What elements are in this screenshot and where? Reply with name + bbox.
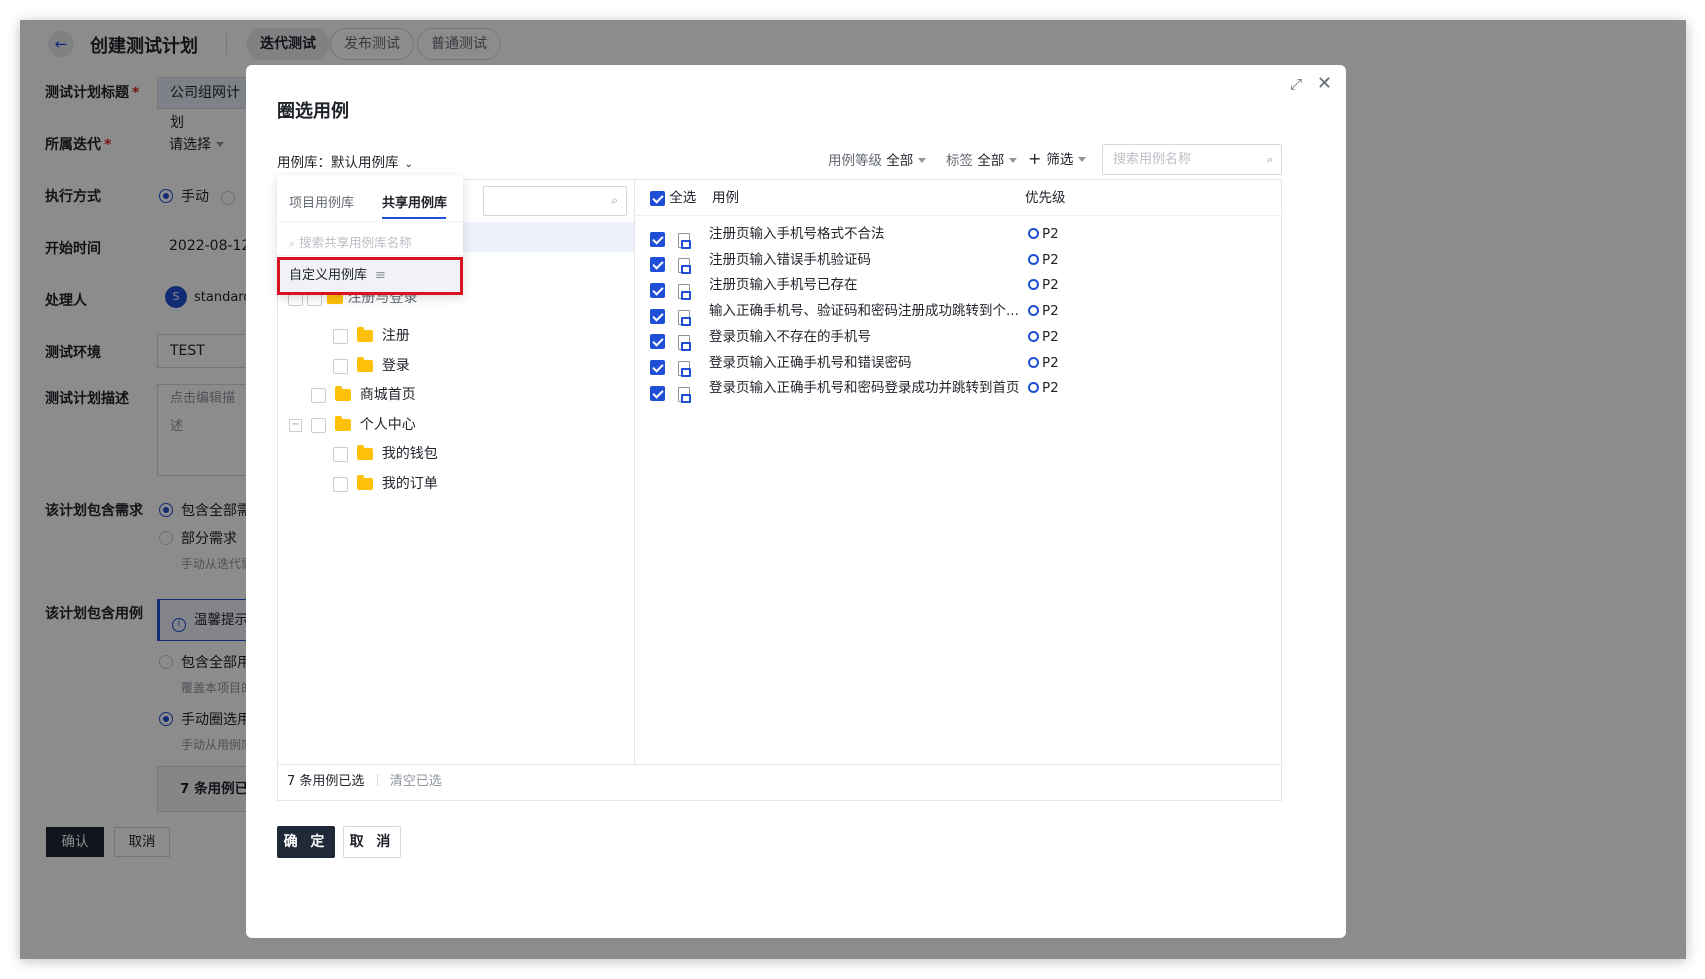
tree-node-orders[interactable]: 我的订单 — [333, 474, 438, 494]
priority-circle-icon — [1028, 253, 1039, 265]
library-label: 用例库： — [277, 155, 331, 171]
list-icon: ≡ — [375, 268, 386, 283]
ok-button[interactable]: 确 定 — [277, 826, 335, 858]
case-name[interactable]: 注册页输入手机号格式不合法 — [709, 221, 885, 247]
table-row[interactable]: 登录页输入正确手机号和错误密码 P2 — [635, 350, 1281, 377]
table-row[interactable]: 登录页输入不存在的手机号 P2 — [635, 324, 1281, 352]
case-priority: P2 — [1028, 221, 1059, 247]
priority-circle-icon — [1028, 330, 1039, 342]
folder-icon — [356, 445, 373, 460]
tree-node-login[interactable]: 登录 — [333, 356, 410, 376]
tree-node-mall-home[interactable]: 商城首页 — [311, 385, 416, 405]
tree-node-wallet[interactable]: 我的钱包 — [333, 444, 438, 464]
case-priority: P2 — [1028, 324, 1059, 350]
tree-node-personal[interactable]: − 个人中心 — [289, 415, 416, 435]
select-cases-modal: ⤢ ✕ 圈选用例 用例库：默认用例库 ⌄ 用例等级 全部 标签 全部 + 筛选 搜索… — [246, 65, 1346, 938]
case-doc-icon — [678, 381, 691, 407]
case-table-header: 全选 用例 优先级 — [635, 180, 1281, 216]
close-icon[interactable]: ✕ — [1317, 73, 1332, 94]
case-name[interactable]: 登录页输入不存在的手机号 — [709, 324, 871, 350]
filter-button[interactable]: + 筛选 — [1028, 148, 1087, 168]
table-row[interactable]: 注册页输入手机号已存在 P2 — [635, 272, 1281, 300]
library-select[interactable]: 用例库：默认用例库 ⌄ — [277, 151, 413, 171]
modal-cancel-button[interactable]: 取 消 — [343, 826, 401, 858]
folder-icon — [356, 327, 373, 342]
case-name[interactable]: 登录页输入正确手机号和密码登录成功并跳转到首页 — [709, 375, 1020, 401]
row-checkbox[interactable] — [650, 380, 665, 406]
priority-circle-icon — [1028, 228, 1039, 239]
case-name[interactable]: 登录页输入正确手机号和错误密码 — [709, 350, 912, 376]
case-table: 全选 用例 优先级 注册页输入手机号格式不合法 P2 注册页输入错误手机验证码 P2 注… — [635, 180, 1281, 764]
panel-footer: 7 条用例已选 清空已选 — [278, 764, 1281, 800]
table-row[interactable]: 输入正确手机号、验证码和密码注册成功跳转到个... P2 — [635, 298, 1281, 326]
tree-node-register[interactable]: 注册 — [333, 326, 410, 346]
tree-search-input[interactable]: ⌕ — [483, 186, 627, 216]
tab-shared-library[interactable]: 共享用例库 — [382, 192, 447, 211]
library-dropdown: 项目用例库 共享用例库 ⌕ 搜索共享用例库名称 自定义用例库 ≡ — [277, 175, 463, 295]
case-search-input[interactable]: 搜索用例名称 ⌕ — [1102, 144, 1282, 175]
select-all-checkbox[interactable]: 全选 — [650, 180, 696, 216]
custom-library-item[interactable]: 自定义用例库 ≡ — [277, 257, 463, 295]
collapse-icon[interactable]: − — [289, 418, 302, 432]
case-name[interactable]: 注册页输入手机号已存在 — [709, 272, 858, 298]
case-priority: P2 — [1028, 272, 1059, 298]
level-filter[interactable]: 用例等级 全部 — [828, 149, 927, 169]
case-column-header: 用例 — [712, 190, 739, 206]
case-name[interactable]: 注册页输入错误手机验证码 — [709, 247, 871, 273]
folder-icon — [334, 386, 351, 401]
priority-circle-icon — [1028, 356, 1039, 368]
folder-icon — [334, 416, 351, 431]
search-icon: ⌕ — [289, 237, 296, 250]
tag-filter[interactable]: 标签 全部 — [946, 149, 1018, 169]
case-priority: P2 — [1028, 375, 1059, 401]
case-priority: P2 — [1028, 350, 1059, 376]
search-icon: ⌕ — [611, 193, 618, 207]
search-icon: ⌕ — [1266, 153, 1273, 166]
library-value: 默认用例库 — [331, 155, 399, 171]
folder-icon — [356, 357, 373, 372]
table-row[interactable]: 注册页输入手机号格式不合法 P2 — [635, 221, 1281, 249]
table-row[interactable]: 登录页输入正确手机号和密码登录成功并跳转到首页 P2 — [635, 375, 1281, 403]
case-priority: P2 — [1028, 298, 1059, 324]
chevron-down-icon: ⌄ — [404, 159, 413, 170]
tab-project-library[interactable]: 项目用例库 — [289, 192, 354, 211]
folder-icon — [356, 475, 373, 490]
case-priority: P2 — [1028, 247, 1059, 273]
priority-column-header: 优先级 — [1025, 190, 1066, 206]
app-window: ← 创建测试计划 迭代测试 发布测试 普通测试 测试计划标题 * 公司组网计划 所… — [20, 20, 1686, 959]
plus-icon: + — [1028, 149, 1042, 168]
active-tab-underline — [382, 217, 446, 219]
table-row[interactable]: 注册页输入错误手机验证码 P2 — [635, 247, 1281, 275]
library-search-input[interactable]: ⌕ 搜索共享用例库名称 — [289, 232, 412, 251]
footer-count: 7 条用例已选 — [287, 774, 365, 789]
clear-selection-link[interactable]: 清空已选 — [390, 774, 442, 789]
priority-circle-icon — [1028, 305, 1039, 317]
priority-circle-icon — [1028, 279, 1039, 291]
modal-title: 圈选用例 — [277, 101, 349, 122]
priority-circle-icon — [1028, 382, 1039, 394]
case-name[interactable]: 输入正确手机号、验证码和密码注册成功跳转到个... — [709, 298, 1019, 324]
expand-icon[interactable]: ⤢ — [1290, 75, 1302, 93]
